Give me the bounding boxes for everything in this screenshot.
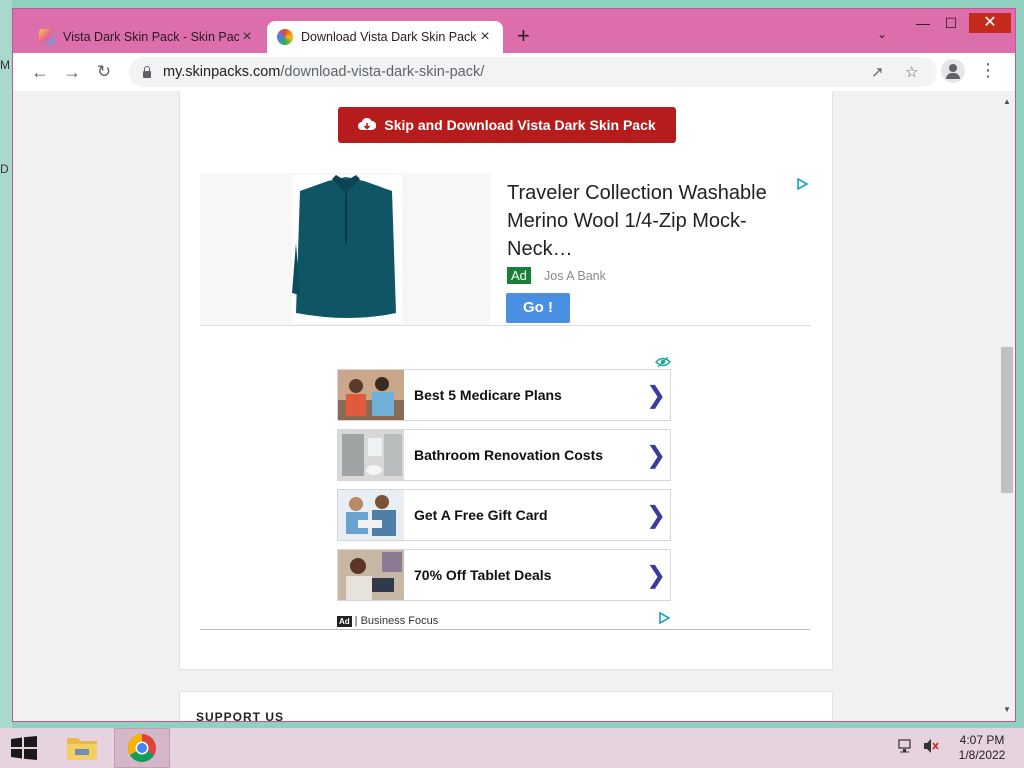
cloud-download-icon [358, 118, 377, 130]
chevron-right-icon[interactable]: ❯ [642, 381, 670, 410]
clock-date: 1/8/2022 [958, 748, 1006, 762]
list-item-label[interactable]: Bathroom Renovation Costs [404, 447, 642, 463]
close-window-button[interactable]: ✕ [969, 13, 1011, 33]
scrollbar-thumb[interactable] [1001, 347, 1013, 493]
system-clock[interactable]: 4:07 PM 1/8/2022 [952, 733, 1012, 763]
file-explorer-taskbar-button[interactable] [54, 728, 110, 768]
list-item-label[interactable]: Best 5 Medicare Plans [404, 387, 642, 403]
forward-button[interactable]: → [61, 61, 83, 83]
list-item[interactable]: Bathroom Renovation Costs ❯ [337, 429, 671, 481]
go-button[interactable]: Go ! [506, 293, 570, 323]
chevron-right-icon[interactable]: ❯ [642, 501, 670, 530]
share-icon[interactable]: ↗ [871, 63, 884, 81]
page-scrollbar[interactable]: ▲ ▼ [999, 91, 1015, 721]
bookmark-star-icon[interactable]: ☆ [905, 63, 918, 81]
folder-icon [67, 738, 97, 760]
clock-time: 4:07 PM [959, 733, 1005, 747]
list-item-label[interactable]: 70% Off Tablet Deals [404, 567, 642, 583]
tab-strip: Vista Dark Skin Pack - Skin Pack × Downl… [13, 9, 1015, 53]
ad-network-name[interactable]: | Business Focus [355, 615, 439, 627]
list-item[interactable]: 70% Off Tablet Deals ❯ [337, 549, 671, 601]
volume-muted-icon[interactable] [922, 738, 940, 757]
list-item-label[interactable]: Get A Free Gift Card [404, 507, 642, 523]
browser-toolbar: ← → ↻ my.skinpacks.com/download-vista-da… [13, 53, 1015, 91]
minimize-button[interactable]: — [913, 13, 933, 33]
sponsored-list: Best 5 Medicare Plans ❯ Bathroom Renovat… [337, 369, 671, 609]
taskbar: 4:07 PM 1/8/2022 [0, 728, 1024, 768]
skip-download-button[interactable]: Skip and Download Vista Dark Skin Pack [338, 107, 676, 143]
new-tab-button[interactable]: + [517, 25, 530, 47]
reload-button[interactable]: ↻ [93, 61, 115, 83]
chrome-taskbar-button[interactable] [114, 728, 170, 768]
advertiser-name[interactable]: Jos A Bank [544, 269, 606, 283]
section-heading: SUPPORT US [196, 710, 285, 721]
desktop-icon-fragment: D [0, 162, 9, 176]
sponsored-links-ad: Best 5 Medicare Plans ❯ Bathroom Renovat… [200, 353, 810, 630]
ad-footer[interactable]: Ad | Business Focus [337, 615, 438, 627]
tab-title: Vista Dark Skin Pack - Skin Pack [63, 30, 239, 44]
chevron-right-icon[interactable]: ❯ [642, 561, 670, 590]
network-icon[interactable] [898, 738, 914, 757]
page-viewport: Skip and Download Vista Dark Skin Pack T… [13, 91, 1015, 721]
desktop-icon-fragment: M [0, 58, 10, 72]
close-tab-icon[interactable]: × [477, 28, 493, 46]
sweater-product-image[interactable] [200, 173, 490, 325]
scroll-up-arrow-icon[interactable]: ▲ [1003, 97, 1011, 106]
lock-icon[interactable] [141, 66, 153, 78]
back-button[interactable]: ← [29, 61, 51, 83]
adchoices-icon[interactable] [796, 177, 809, 191]
loading-favicon-icon [277, 29, 293, 45]
adchoices-icon[interactable] [658, 611, 671, 625]
page-content-card: Skip and Download Vista Dark Skin Pack T… [179, 91, 833, 670]
desktop-edge: M D [0, 0, 12, 728]
chevron-right-icon[interactable]: ❯ [642, 441, 670, 470]
ad-badge: Ad [507, 267, 531, 284]
gift-card-thumbnail [338, 490, 404, 540]
sweater-ad[interactable]: Traveler Collection Washable Merino Wool… [200, 173, 810, 326]
medicare-thumbnail [338, 370, 404, 420]
bathroom-thumbnail [338, 430, 404, 480]
scroll-down-arrow-icon[interactable]: ▼ [1003, 705, 1011, 714]
tablet-deals-thumbnail [338, 550, 404, 600]
browser-window: Vista Dark Skin Pack - Skin Pack × Downl… [12, 8, 1016, 722]
chrome-icon [128, 734, 156, 762]
tab-vista-skin-pack[interactable]: Vista Dark Skin Pack - Skin Pack × [29, 21, 265, 53]
tab-search-chevron-icon[interactable]: ⌄ [877, 27, 887, 41]
maximize-button[interactable]: ☐ [941, 13, 961, 33]
chrome-menu-icon[interactable]: ⋮ [979, 61, 997, 79]
skip-download-label: Skip and Download Vista Dark Skin Pack [384, 117, 656, 133]
close-tab-icon[interactable]: × [239, 28, 255, 46]
address-bar[interactable]: my.skinpacks.com/download-vista-dark-ski… [129, 57, 937, 87]
skinpack-favicon-icon [39, 29, 55, 45]
url-text[interactable]: my.skinpacks.com/download-vista-dark-ski… [163, 64, 484, 80]
list-item[interactable]: Get A Free Gift Card ❯ [337, 489, 671, 541]
ad-mark: Ad [337, 615, 352, 627]
ad-headline[interactable]: Traveler Collection Washable Merino Wool… [507, 179, 767, 263]
start-button[interactable] [10, 736, 38, 765]
windows-logo-icon [11, 736, 37, 760]
list-item[interactable]: Best 5 Medicare Plans ❯ [337, 369, 671, 421]
tab-download-vista[interactable]: Download Vista Dark Skin Pack - × [267, 21, 503, 53]
profile-avatar[interactable] [941, 59, 965, 83]
tab-title: Download Vista Dark Skin Pack - [301, 30, 477, 44]
support-us-section: SUPPORT US [179, 691, 833, 721]
